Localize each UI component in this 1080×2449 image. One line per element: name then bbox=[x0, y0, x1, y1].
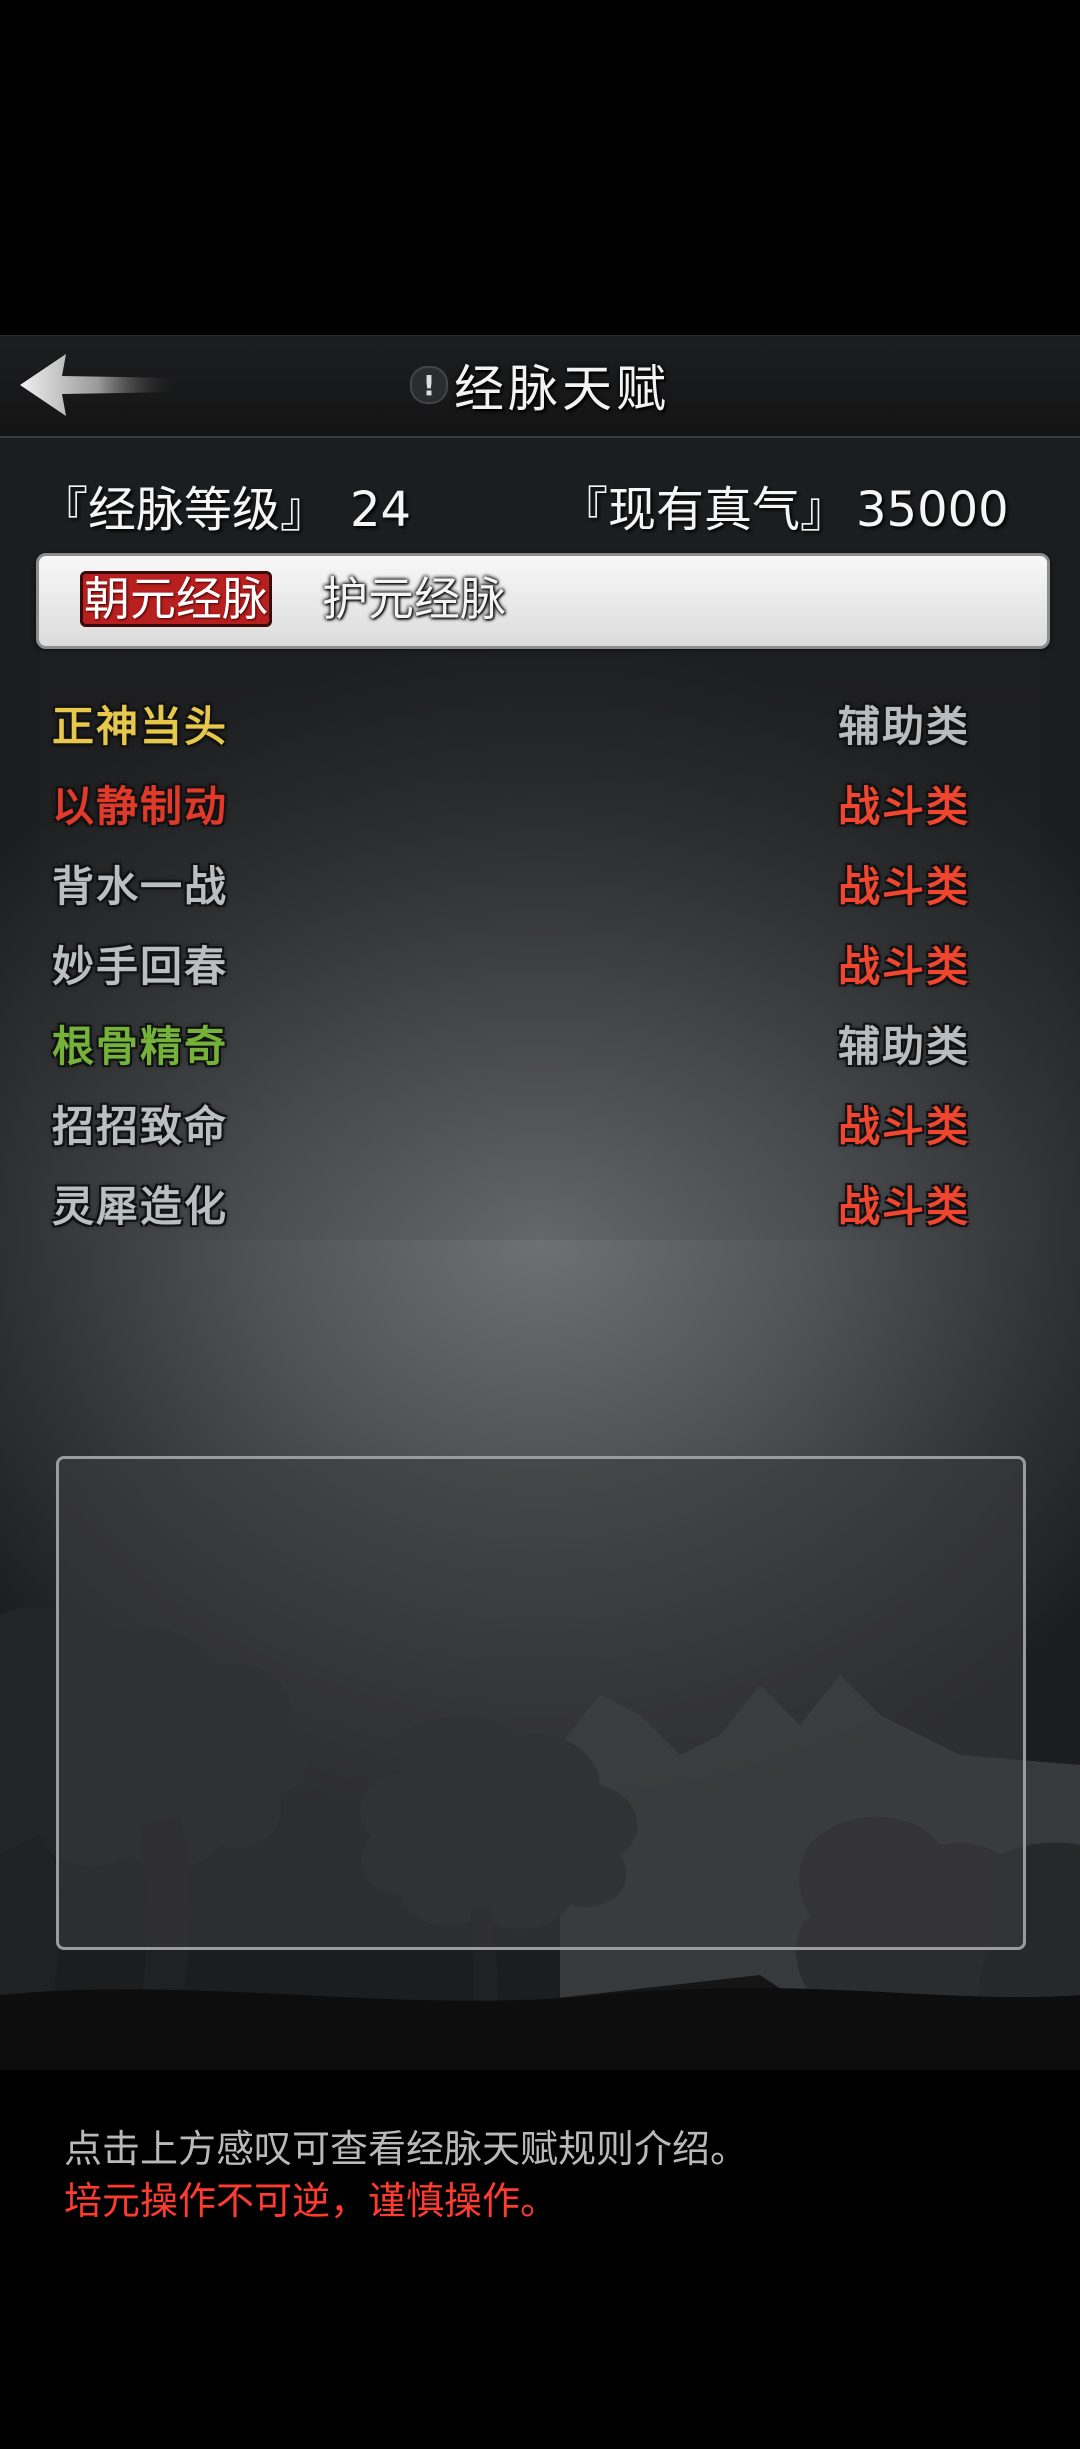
page-title: 经脉天赋 bbox=[454, 360, 670, 418]
talent-name: 灵犀造化 bbox=[52, 1182, 229, 1231]
meridian-level-label: 『经脉等级』 bbox=[40, 482, 329, 538]
talent-category: 战斗类 bbox=[838, 1182, 971, 1231]
talent-detail-box bbox=[56, 1456, 1026, 1950]
title-area: ! 经脉天赋 bbox=[0, 350, 1080, 420]
talent-row[interactable]: 妙手回春 战斗类 bbox=[52, 925, 992, 995]
talent-row[interactable]: 灵犀造化 战斗类 bbox=[52, 1165, 992, 1235]
meridian-level-value: 24 bbox=[350, 482, 412, 538]
current-qi: 『现有真气』 35000 bbox=[560, 470, 1009, 540]
talent-category: 战斗类 bbox=[838, 782, 971, 831]
talent-category: 战斗类 bbox=[838, 1102, 971, 1151]
talent-name: 招招致命 bbox=[52, 1102, 229, 1151]
talent-name: 以静制动 bbox=[52, 782, 229, 831]
talent-category: 战斗类 bbox=[838, 942, 971, 991]
talent-row[interactable]: 招招致命 战斗类 bbox=[52, 1085, 992, 1155]
tab-chaoyuan-meridian[interactable]: 朝元经脉 bbox=[80, 571, 272, 627]
rules-hint-text: 点击上方感叹可查看经脉天赋规则介绍。 bbox=[64, 2127, 749, 2171]
talent-name: 妙手回春 bbox=[52, 942, 229, 991]
talent-row[interactable]: 背水一战 战斗类 bbox=[52, 845, 992, 915]
talent-name: 背水一战 bbox=[52, 862, 229, 911]
current-qi-value: 35000 bbox=[856, 482, 1009, 538]
talent-row[interactable]: 以静制动 战斗类 bbox=[52, 765, 992, 835]
talent-category: 战斗类 bbox=[838, 862, 971, 911]
talent-name: 根骨精奇 bbox=[52, 1022, 229, 1071]
talent-row[interactable]: 根骨精奇 辅助类 bbox=[52, 1005, 992, 1075]
irreversible-warning-text: 培元操作不可逆，谨慎操作。 bbox=[64, 2179, 559, 2223]
talent-category: 辅助类 bbox=[838, 702, 971, 751]
talent-name: 正神当头 bbox=[52, 702, 229, 751]
status-area bbox=[0, 0, 1080, 335]
tab-huyuan-meridian[interactable]: 护元经脉 bbox=[318, 571, 510, 627]
talent-category: 辅助类 bbox=[838, 1022, 971, 1071]
current-qi-label: 『现有真气』 bbox=[560, 482, 849, 538]
talent-row[interactable]: 正神当头 辅助类 bbox=[52, 685, 992, 755]
info-icon[interactable]: ! bbox=[410, 366, 448, 404]
meridian-level: 『经脉等级』 24 bbox=[40, 470, 411, 540]
